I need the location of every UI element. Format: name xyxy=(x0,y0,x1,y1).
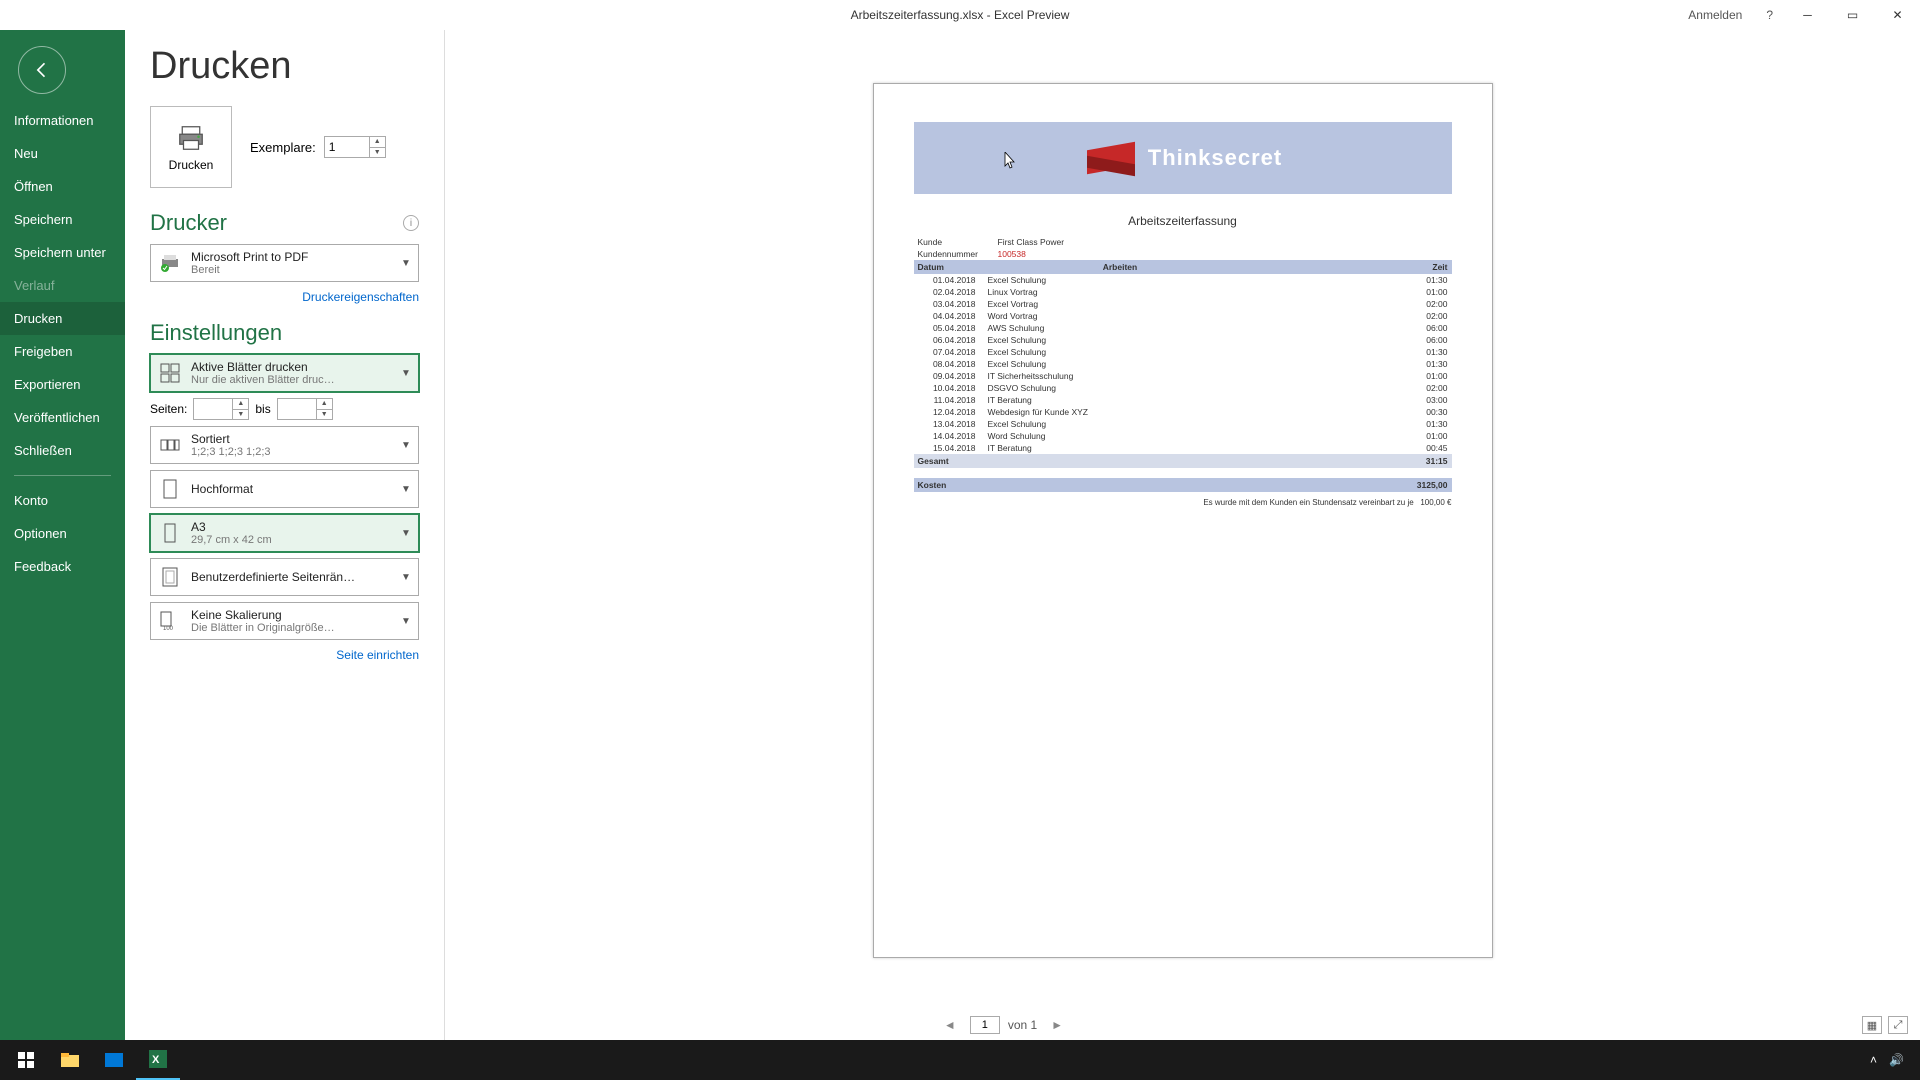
tray-chevron-icon[interactable]: ˄ xyxy=(1864,1053,1883,1067)
table-row: 02.04.2018Linux Vortrag01:00 xyxy=(914,286,1452,298)
table-row: 13.04.2018Excel Schulung01:30 xyxy=(914,418,1452,430)
table-row: 11.04.2018IT Beratung03:00 xyxy=(914,394,1452,406)
backstage-sidebar: Informationen Neu Öffnen Speichern Speic… xyxy=(0,30,125,1040)
help-button[interactable]: ? xyxy=(1754,8,1785,22)
doc-title: Arbeitszeiterfassung xyxy=(914,214,1452,228)
page-setup-link[interactable]: Seite einrichten xyxy=(336,648,419,662)
prev-page-button[interactable]: ◄ xyxy=(938,1016,962,1034)
title-bar: Arbeitszeiterfassung.xlsx - Excel Previe… xyxy=(0,0,1920,30)
table-row: 15.04.2018IT Beratung00:45 xyxy=(914,442,1452,454)
zoom-page-button[interactable]: ⤢ xyxy=(1888,1016,1908,1034)
brand-logo-icon xyxy=(1083,140,1138,175)
back-button[interactable] xyxy=(18,46,66,94)
sidebar-item-saveas[interactable]: Speichern unter xyxy=(0,236,125,269)
table-row: 01.04.2018Excel Schulung01:30 xyxy=(914,274,1452,286)
sign-in-link[interactable]: Anmelden xyxy=(1676,8,1754,22)
file-explorer-icon[interactable] xyxy=(48,1040,92,1080)
sidebar-item-print[interactable]: Drucken xyxy=(0,302,125,335)
sidebar-item-new[interactable]: Neu xyxy=(0,137,125,170)
printer-icon xyxy=(174,123,208,153)
minimize-button[interactable]: ─ xyxy=(1785,0,1830,30)
sidebar-item-account[interactable]: Konto xyxy=(0,484,125,517)
copies-label: Exemplare: xyxy=(250,140,316,155)
sidebar-item-options[interactable]: Optionen xyxy=(0,517,125,550)
next-page-button[interactable]: ► xyxy=(1045,1016,1069,1034)
settings-heading: Einstellungen xyxy=(150,320,282,346)
svg-text:100: 100 xyxy=(163,626,174,632)
table-row: 05.04.2018AWS Schulung06:00 xyxy=(914,322,1452,334)
table-row: 04.04.2018Word Vortrag02:00 xyxy=(914,310,1452,322)
panel-title: Drucken xyxy=(150,45,419,88)
chevron-down-icon: ▼ xyxy=(400,368,412,379)
chevron-down-icon: ▼ xyxy=(400,484,412,495)
printer-info-icon[interactable]: i xyxy=(403,215,419,231)
window-title: Arbeitszeiterfassung.xlsx - Excel Previe… xyxy=(851,8,1070,22)
margins-icon xyxy=(157,564,183,590)
copies-input[interactable] xyxy=(325,137,371,157)
print-what-dropdown[interactable]: Aktive Blätter druckenNur die aktiven Bl… xyxy=(150,354,419,392)
sidebar-item-publish[interactable]: Veröffentlichen xyxy=(0,401,125,434)
table-row: 09.04.2018IT Sicherheitsschulung01:00 xyxy=(914,370,1452,382)
sheets-icon xyxy=(157,360,183,386)
sidebar-item-info[interactable]: Informationen xyxy=(0,104,125,137)
chevron-down-icon: ▼ xyxy=(400,440,412,451)
pages-label: Seiten: xyxy=(150,402,187,416)
preview-area: Thinksecret Arbeitszeiterfassung KundeFi… xyxy=(445,30,1920,1040)
taskbar: X ˄ 🔊 xyxy=(0,1040,1920,1080)
sidebar-item-close[interactable]: Schließen xyxy=(0,434,125,467)
portrait-icon xyxy=(157,476,183,502)
pages-from-spinner[interactable]: ▲▼ xyxy=(193,398,249,420)
chevron-down-icon: ▼ xyxy=(400,572,412,583)
doc-banner: Thinksecret xyxy=(914,122,1452,194)
table-row: 10.04.2018DSGVO Schulung02:00 xyxy=(914,382,1452,394)
close-button[interactable]: ✕ xyxy=(1875,0,1920,30)
scale-icon: 100 xyxy=(157,608,183,634)
chevron-down-icon: ▼ xyxy=(400,528,412,539)
table-row: 07.04.2018Excel Schulung01:30 xyxy=(914,346,1452,358)
printer-properties-link[interactable]: Druckereigenschaften xyxy=(302,290,419,304)
sidebar-item-history: Verlauf xyxy=(0,269,125,302)
pages-to-spinner[interactable]: ▲▼ xyxy=(277,398,333,420)
sidebar-item-share[interactable]: Freigeben xyxy=(0,335,125,368)
sidebar-item-feedback[interactable]: Feedback xyxy=(0,550,125,583)
table-row: 12.04.2018Webdesign für Kunde XYZ00:30 xyxy=(914,406,1452,418)
table-row: 03.04.2018Excel Vortrag02:00 xyxy=(914,298,1452,310)
copies-down[interactable]: ▼ xyxy=(370,147,385,158)
sidebar-item-open[interactable]: Öffnen xyxy=(0,170,125,203)
svg-text:X: X xyxy=(152,1054,160,1066)
orientation-dropdown[interactable]: Hochformat ▼ xyxy=(150,470,419,508)
margins-dropdown[interactable]: Benutzerdefinierte Seitenrän… ▼ xyxy=(150,558,419,596)
printer-icon xyxy=(157,250,183,276)
page-icon xyxy=(157,520,183,546)
sidebar-separator xyxy=(14,475,111,476)
chevron-down-icon: ▼ xyxy=(400,616,412,627)
print-panel: Drucken Drucken Exemplare: ▲▼ Druckeri M… xyxy=(125,30,445,1040)
tray-volume-icon[interactable]: 🔊 xyxy=(1883,1053,1910,1067)
table-row: 14.04.2018Word Schulung01:00 xyxy=(914,430,1452,442)
collate-icon xyxy=(157,432,183,458)
start-button[interactable] xyxy=(4,1040,48,1080)
page-preview: Thinksecret Arbeitszeiterfassung KundeFi… xyxy=(873,83,1493,958)
sidebar-item-export[interactable]: Exportieren xyxy=(0,368,125,401)
printer-dropdown[interactable]: Microsoft Print to PDFBereit ▼ xyxy=(150,244,419,282)
preview-footer: ◄ von 1 ► ▦ ⤢ xyxy=(445,1010,1920,1040)
collate-dropdown[interactable]: Sortiert1;2;3 1;2;3 1;2;3 ▼ xyxy=(150,426,419,464)
chevron-down-icon: ▼ xyxy=(400,258,412,269)
copies-spinner[interactable]: ▲▼ xyxy=(324,136,386,158)
taskbar-app-icon[interactable] xyxy=(92,1040,136,1080)
table-row: 08.04.2018Excel Schulung01:30 xyxy=(914,358,1452,370)
printer-heading: Drucker xyxy=(150,210,227,236)
taskbar-excel-icon[interactable]: X xyxy=(136,1040,180,1080)
scaling-dropdown[interactable]: 100 Keine SkalierungDie Blätter in Origi… xyxy=(150,602,419,640)
page-number-input[interactable] xyxy=(970,1016,1000,1034)
sidebar-item-save[interactable]: Speichern xyxy=(0,203,125,236)
print-button[interactable]: Drucken xyxy=(150,106,232,188)
show-margins-button[interactable]: ▦ xyxy=(1862,1016,1882,1034)
copies-up[interactable]: ▲ xyxy=(370,137,385,147)
maximize-button[interactable]: ▭ xyxy=(1830,0,1875,30)
paper-size-dropdown[interactable]: A329,7 cm x 42 cm ▼ xyxy=(150,514,419,552)
table-row: 06.04.2018Excel Schulung06:00 xyxy=(914,334,1452,346)
